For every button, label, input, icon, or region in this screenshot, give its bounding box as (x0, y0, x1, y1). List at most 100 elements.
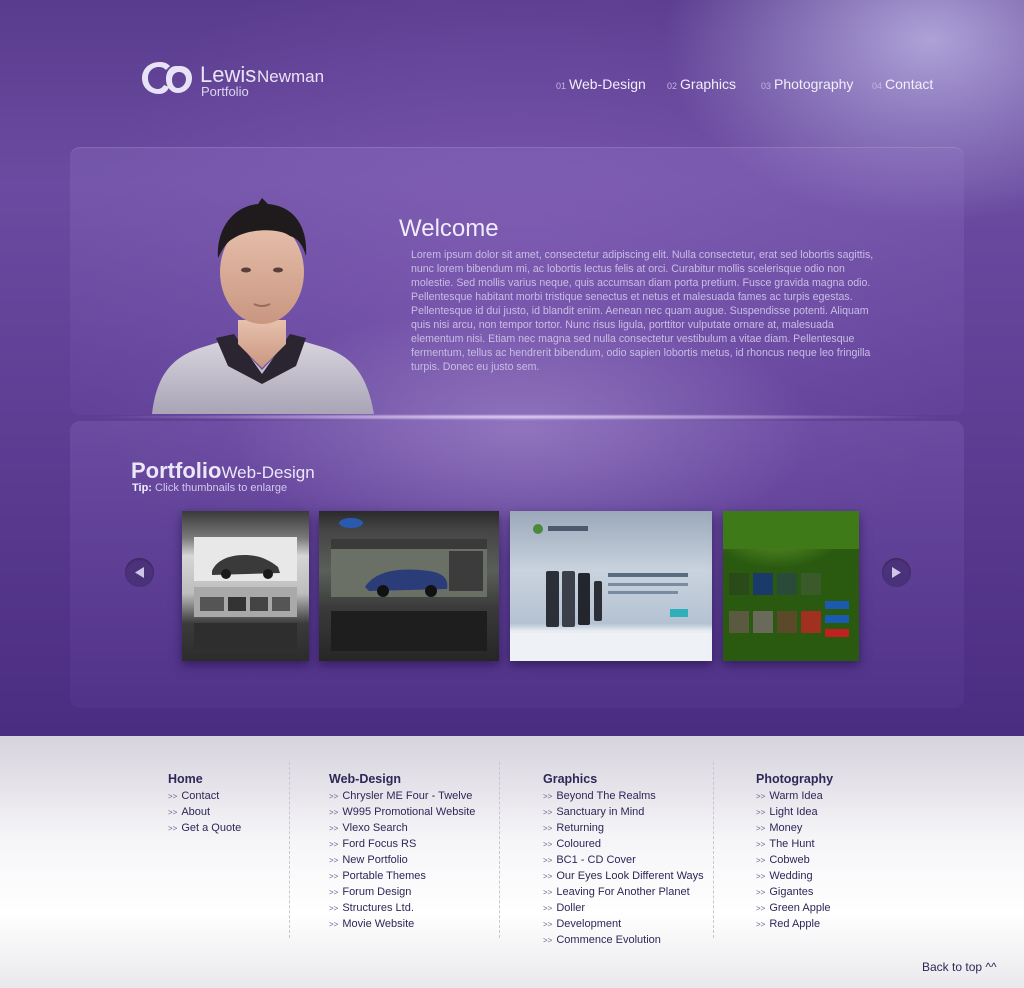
footer-link-label: Red Apple (769, 918, 821, 930)
link-prefix: >> (168, 808, 178, 817)
footer-link-label: Leaving For Another Planet (556, 886, 690, 898)
logo-subtitle: Portfolio (201, 84, 249, 99)
footer-link[interactable]: >> Portable Themes (329, 869, 475, 885)
nav-contact[interactable]: 04 Contact (872, 76, 933, 92)
footer-column-web-design: Web-Design >> Chrysler ME Four - Twelve >>… (329, 772, 475, 933)
link-prefix: >> (329, 904, 339, 913)
panel-divider (70, 414, 964, 420)
nav-number: 01 (556, 81, 567, 91)
footer-link[interactable]: >> BC1 - CD Cover (543, 853, 704, 869)
link-prefix: >> (756, 888, 766, 897)
footer-link[interactable]: >> Light Idea (756, 805, 833, 821)
portfolio-thumbnail-chrysler[interactable] (182, 511, 309, 661)
portfolio-thumbnail-sony-ericsson[interactable] (510, 511, 712, 661)
footer-link[interactable]: >> Warm Idea (756, 789, 833, 805)
footer-link-label: Forum Design (342, 886, 412, 898)
footer-link-label: Green Apple (769, 902, 831, 914)
footer-column-home: Home >> Contact >> About >> Get a Quote (168, 772, 241, 837)
carousel-prev-button[interactable] (125, 558, 154, 587)
footer-link-list: >> Beyond The Realms >> Sanctuary in Mind >>… (543, 789, 704, 949)
carousel-next-button[interactable] (882, 558, 911, 587)
footer-link[interactable]: >> Green Apple (756, 901, 833, 917)
footer-link[interactable]: >> About (168, 805, 241, 821)
link-prefix: >> (543, 872, 553, 881)
footer-link[interactable]: >> W995 Promotional Website (329, 805, 475, 821)
footer-link[interactable]: >> Cobweb (756, 853, 833, 869)
link-prefix: >> (543, 808, 553, 817)
footer-heading[interactable]: Photography (756, 772, 833, 789)
site-logo[interactable]: Lewis Newman Portfolio (142, 60, 342, 100)
footer-column-photography: Photography >> Warm Idea >> Light Idea >> Mon… (756, 772, 833, 933)
footer-link-label: Doller (556, 902, 586, 914)
link-prefix: >> (543, 856, 553, 865)
link-prefix: >> (543, 936, 553, 945)
footer-heading[interactable]: Web-Design (329, 772, 475, 789)
footer-link[interactable]: >> Coloured (543, 837, 704, 853)
footer-link[interactable]: >> Red Apple (756, 917, 833, 933)
footer-link[interactable]: >> Ford Focus RS (329, 837, 475, 853)
footer-link[interactable]: >> Beyond The Realms (543, 789, 704, 805)
footer-link-label: Contact (181, 790, 220, 802)
footer-link[interactable]: >> Doller (543, 901, 704, 917)
footer-link[interactable]: >> Structures Ltd. (329, 901, 475, 917)
footer-link-label: Money (769, 822, 803, 834)
nav-number: 03 (761, 81, 772, 91)
nav-photography[interactable]: 03 Photography (761, 76, 853, 92)
footer-link[interactable]: >> Contact (168, 789, 241, 805)
footer-link-label: Get a Quote (181, 822, 242, 834)
back-to-top-link[interactable]: Back to top ^^ (922, 960, 997, 974)
link-prefix: >> (756, 920, 766, 929)
profile-photo (152, 198, 374, 414)
link-prefix: >> (756, 792, 766, 801)
footer-link[interactable]: >> New Portfolio (329, 853, 475, 869)
nav-number: 04 (872, 81, 883, 91)
logo-last-name: Newman (257, 67, 325, 86)
link-prefix: >> (329, 840, 339, 849)
link-prefix: >> (329, 856, 339, 865)
link-prefix: >> (543, 792, 553, 801)
footer-link[interactable]: >> Gigantes (756, 885, 833, 901)
footer-link[interactable]: >> Leaving For Another Planet (543, 885, 704, 901)
footer-link[interactable]: >> Commence Evolution (543, 933, 704, 949)
footer-link[interactable]: >> Movie Website (329, 917, 475, 933)
nav-label: Graphics (680, 76, 737, 92)
link-prefix: >> (329, 824, 339, 833)
green-website-preview (723, 511, 859, 637)
footer-link-label: Portable Themes (342, 870, 426, 882)
footer-link[interactable]: >> Returning (543, 821, 704, 837)
footer-link[interactable]: >> Our Eyes Look Different Ways (543, 869, 704, 885)
footer-link[interactable]: >> Forum Design (329, 885, 475, 901)
portfolio-title: Portfolio (131, 458, 222, 483)
footer-link[interactable]: >> Sanctuary in Mind (543, 805, 704, 821)
footer-link-label: Ford Focus RS (342, 838, 417, 850)
footer-link[interactable]: >> Chrysler ME Four - Twelve (329, 789, 475, 805)
footer-link-label: Sanctuary in Mind (556, 806, 645, 818)
footer-link-label: Wedding (769, 870, 813, 882)
footer-link-label: About (181, 806, 211, 818)
car-website-preview (194, 537, 297, 649)
footer-divider (499, 762, 500, 938)
portfolio-tip: Tip: Click thumbnails to enlarge (132, 482, 287, 494)
footer-link-label: Commence Evolution (556, 934, 661, 946)
footer-link[interactable]: >> The Hunt (756, 837, 833, 853)
link-prefix: >> (329, 872, 339, 881)
welcome-body: Lorem ipsum dolor sit amet, consectetur … (411, 249, 874, 373)
nav-web-design[interactable]: 01 Web-Design (556, 76, 646, 92)
footer-link-label: Chrysler ME Four - Twelve (342, 790, 473, 802)
footer-link-label: Warm Idea (769, 790, 823, 802)
portfolio-thumbnail-green-site[interactable] (723, 511, 859, 661)
footer-link[interactable]: >> Wedding (756, 869, 833, 885)
link-prefix: >> (756, 840, 766, 849)
footer-link[interactable]: >> Money (756, 821, 833, 837)
link-prefix: >> (543, 904, 553, 913)
footer-link-label: Beyond The Realms (556, 790, 656, 802)
portfolio-thumbnail-ford[interactable] (319, 511, 499, 661)
footer-heading[interactable]: Graphics (543, 772, 704, 789)
footer-heading[interactable]: Home (168, 772, 241, 789)
link-prefix: >> (329, 888, 339, 897)
footer-link[interactable]: >> Development (543, 917, 704, 933)
footer-link[interactable]: >> Vlexo Search (329, 821, 475, 837)
link-prefix: >> (543, 888, 553, 897)
footer-link[interactable]: >> Get a Quote (168, 821, 241, 837)
nav-graphics[interactable]: 02 Graphics (667, 76, 736, 92)
